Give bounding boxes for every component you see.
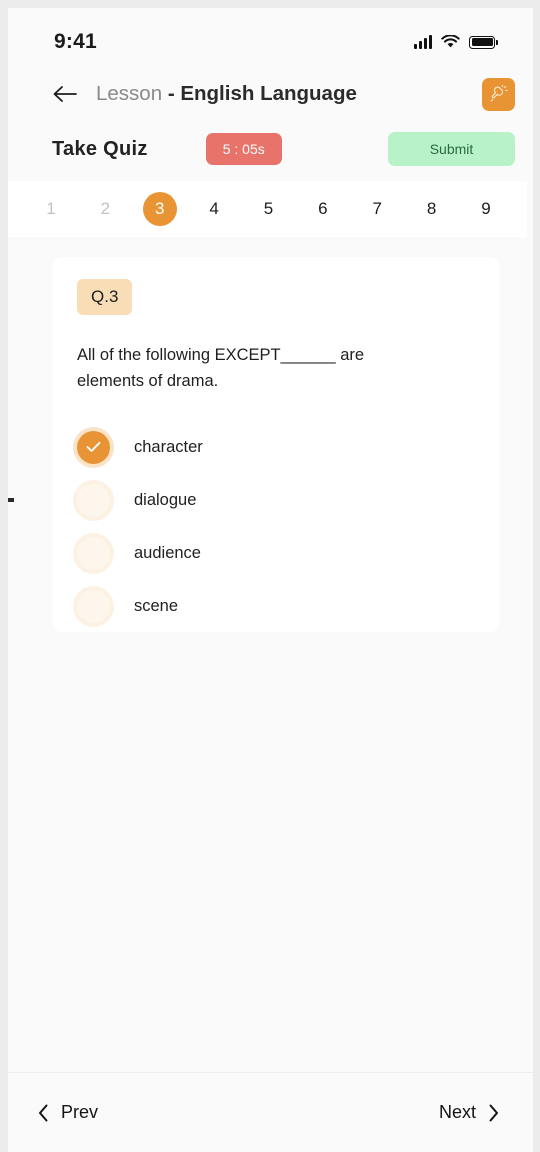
wifi-icon	[441, 35, 460, 48]
status-time: 9:41	[54, 30, 97, 53]
header-bar: Lesson - English Language	[8, 70, 533, 118]
chevron-right-icon	[489, 1104, 498, 1121]
answer-label-audience: audience	[134, 543, 201, 562]
status-icons	[414, 35, 498, 49]
tab-question-4[interactable]: 4	[197, 192, 231, 226]
page-title-prefix: Lesson	[96, 82, 168, 105]
prev-button[interactable]: Prev	[38, 1102, 98, 1123]
question-text: All of the following EXCEPT______ are el…	[77, 346, 365, 391]
tab-question-2[interactable]: 2	[88, 192, 122, 226]
answer-label-scene: scene	[134, 596, 179, 615]
check-icon	[86, 442, 101, 453]
submit-button[interactable]: Submit	[388, 132, 515, 166]
answer-label-character: character	[134, 437, 203, 456]
cellular-signal-icon	[414, 35, 432, 49]
chevron-left-icon	[39, 1104, 48, 1121]
next-label: Next	[438, 1102, 476, 1122]
answer-option-scene[interactable]: scene	[77, 580, 475, 633]
tab-question-3[interactable]: 3	[142, 192, 177, 226]
screen-edge-artifact	[8, 498, 14, 502]
answer-options: character dialogue audience scene	[77, 421, 475, 633]
take-quiz-heading: Take Quiz	[52, 137, 148, 160]
back-arrow-icon	[53, 86, 77, 102]
tab-question-5[interactable]: 5	[252, 192, 286, 226]
tab-question-1[interactable]: 1	[34, 192, 68, 226]
tab-question-7[interactable]: 7	[360, 192, 394, 226]
quiz-action-bar: Take Quiz 5 : 05s Submit	[8, 126, 533, 172]
question-card: Q.3 All of the following EXCEPT______ ar…	[53, 257, 499, 632]
page-title-main: - English Language	[167, 82, 357, 105]
radio-dialogue[interactable]	[77, 483, 110, 517]
radio-scene[interactable]	[77, 589, 110, 623]
page-title: Lesson - English Language	[96, 82, 357, 106]
radio-character[interactable]	[77, 430, 110, 464]
tab-question-6[interactable]: 6	[306, 192, 340, 226]
answer-option-character[interactable]: character	[77, 421, 475, 474]
back-button[interactable]	[48, 77, 82, 111]
sparkle-announcement-icon	[490, 84, 508, 102]
tab-question-9[interactable]: 9	[469, 192, 503, 226]
question-tab-strip: 1 2 3 4 5 6 7 8 9	[8, 181, 527, 237]
tab-question-8[interactable]: 8	[415, 192, 449, 226]
bottom-navigation: Prev Next	[8, 1073, 533, 1152]
status-bar: 9:41	[8, 22, 533, 62]
next-button[interactable]: Next	[439, 1102, 499, 1123]
question-number-badge: Q.3	[77, 279, 133, 315]
answer-label-dialogue: dialogue	[134, 490, 197, 509]
answer-option-dialogue[interactable]: dialogue	[77, 474, 475, 527]
quiz-timer: 5 : 05s	[205, 133, 282, 165]
battery-full-icon	[469, 35, 498, 49]
radio-audience[interactable]	[77, 536, 110, 570]
answer-option-audience[interactable]: audience	[77, 527, 475, 580]
prev-label: Prev	[61, 1102, 99, 1122]
sparkle-announcement-button[interactable]	[482, 77, 515, 111]
phone-screen: 9:41 Lesson - English Language Take Quiz…	[8, 8, 533, 1152]
